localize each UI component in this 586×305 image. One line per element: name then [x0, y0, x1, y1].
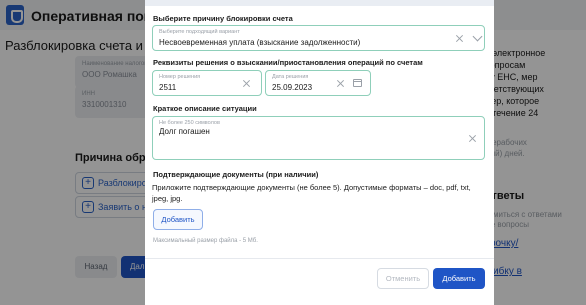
reason-section-label: Выберите причину блокировки счета — [153, 14, 293, 23]
decision-date-value: 25.09.2023 — [272, 83, 313, 92]
submit-button[interactable]: Добавить — [433, 268, 485, 289]
decision-number-label: Номер решения — [159, 74, 201, 80]
situation-section-label: Краткое описание ситуации — [153, 104, 257, 113]
decision-date-label: Дата решения — [272, 74, 309, 80]
decision-number-value: 2511 — [159, 83, 177, 92]
situation-value: Долг погашен — [159, 127, 210, 136]
add-file-button[interactable]: Добавить — [153, 209, 203, 230]
documents-description: Приложите подтверждающие документы (не б… — [152, 183, 471, 203]
clear-icon[interactable] — [469, 135, 476, 142]
chevron-down-icon[interactable] — [472, 31, 483, 42]
clear-icon[interactable] — [243, 80, 250, 87]
reason-select-label: Выберите подходящий вариант — [159, 29, 240, 35]
decision-number-input[interactable]: Номер решения 2511 — [152, 70, 262, 96]
documents-section-label: Подтверждающие документы (при наличии) — [153, 170, 319, 179]
blocking-reason-modal: Выберите причину блокировки счета Выбери… — [145, 0, 494, 305]
clear-icon[interactable] — [337, 80, 344, 87]
clear-icon[interactable] — [456, 35, 463, 42]
modal-top-strip — [145, 0, 494, 6]
situation-field-label: Не более 250 символов — [159, 120, 220, 126]
situation-textarea[interactable]: Не более 250 символов Долг погашен — [152, 116, 485, 160]
calendar-icon[interactable] — [353, 79, 362, 87]
decision-date-input[interactable]: Дата решения 25.09.2023 — [265, 70, 371, 96]
max-file-size-note: Максимальный размер файла - 5 Мб. — [153, 238, 258, 244]
cancel-button[interactable]: Отменить — [377, 268, 429, 289]
reason-select-value: Несвоевременная уплата (взыскание задолж… — [159, 38, 361, 47]
decision-section-label: Реквизиты решения о взыскании/приостанов… — [153, 58, 423, 67]
reason-select[interactable]: Выберите подходящий вариант Несвоевремен… — [152, 25, 485, 51]
footer-divider — [145, 258, 494, 259]
